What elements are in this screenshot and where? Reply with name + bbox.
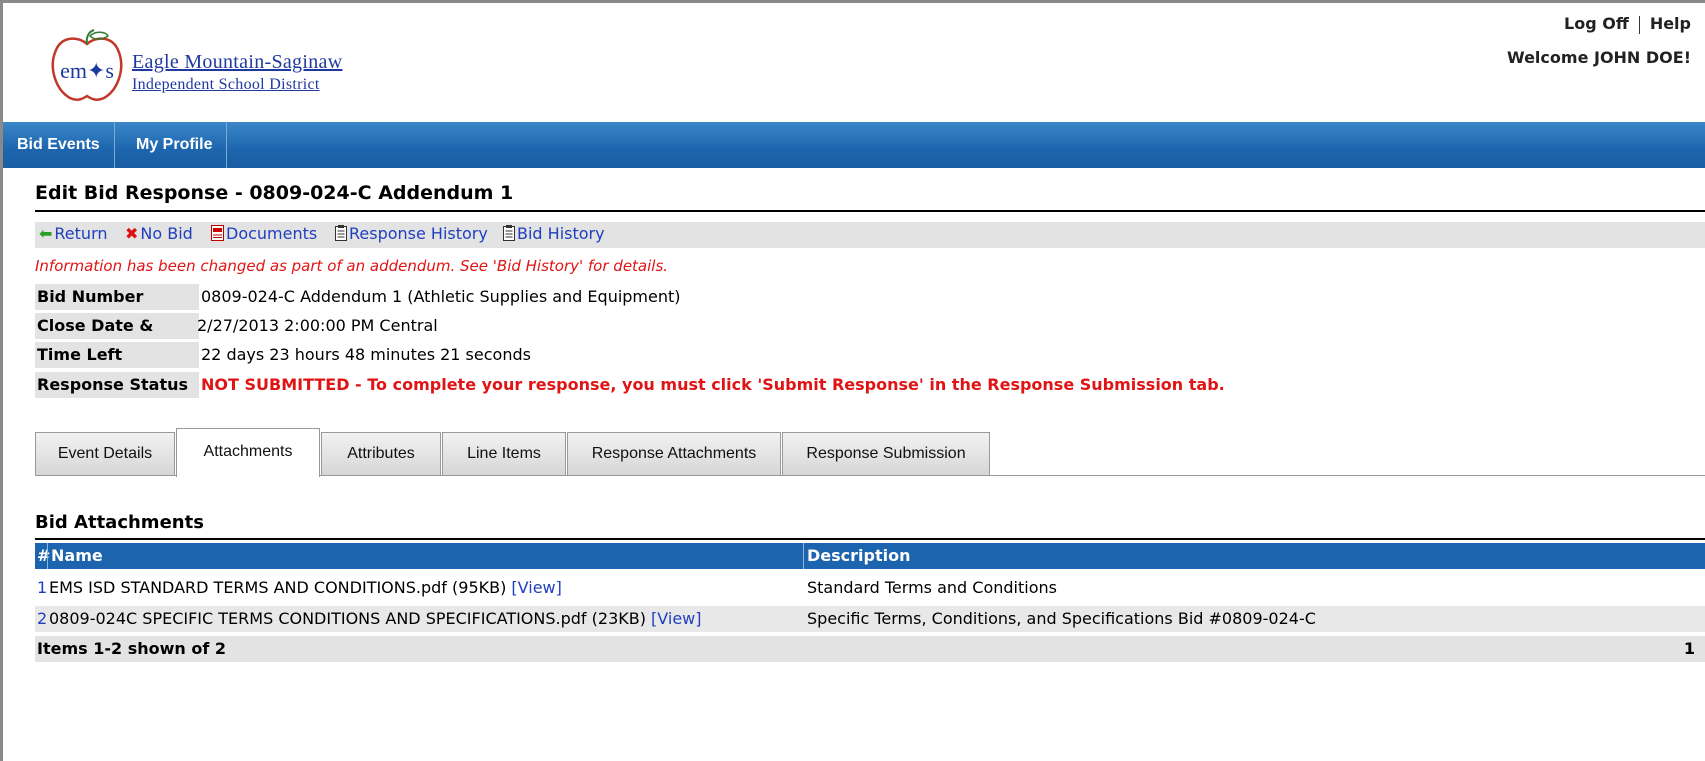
- attachments-footer: Items 1-2 shown of 2 1: [35, 636, 1705, 662]
- attachment-file-label: 0809-024C SPECIFIC TERMS CONDITIONS AND …: [49, 609, 652, 628]
- column-header-num[interactable]: #: [37, 543, 50, 569]
- window-top-border: [0, 0, 1705, 3]
- bid-number-row: Bid Number 0809-024-C Addendum 1 (Athlet…: [35, 284, 1705, 310]
- logo-line-2: Independent School District: [132, 76, 320, 93]
- pdf-document-icon: [211, 224, 224, 243]
- attachment-name: EMS ISD STANDARD TERMS AND CONDITIONS.pd…: [49, 575, 562, 601]
- close-date-label: Close Date & Time: [35, 313, 199, 361]
- row-number: 1: [37, 578, 48, 597]
- documents-label: Documents: [226, 224, 318, 243]
- clipboard-icon: [503, 224, 515, 243]
- no-bid-action[interactable]: ✖ No Bid: [125, 224, 193, 243]
- response-history-label: Response History: [349, 224, 488, 243]
- return-action[interactable]: ⬅ Return: [39, 224, 108, 243]
- action-bar: ⬅ Return ✖ No Bid Documents Response Histo…: [35, 222, 1705, 248]
- bid-number-value: 0809-024-C Addendum 1 (Athletic Supplies…: [201, 287, 681, 306]
- attachment-name: 0809-024C SPECIFIC TERMS CONDITIONS AND …: [49, 606, 702, 632]
- time-left-label: Time Left: [35, 342, 199, 368]
- return-label: Return: [54, 224, 108, 243]
- time-left-row: Time Left 22 days 23 hours 48 minutes 21…: [35, 342, 1705, 368]
- close-date-value: 2/27/2013 2:00:00 PM Central: [197, 316, 438, 335]
- no-bid-label: No Bid: [140, 224, 193, 243]
- apple-logo-icon: em✦s: [51, 29, 123, 101]
- tab-attachments[interactable]: Attachments: [176, 428, 320, 477]
- link-separator: [1638, 15, 1640, 34]
- tab-line-items[interactable]: Line Items: [442, 432, 566, 475]
- attachment-file-label: EMS ISD STANDARD TERMS AND CONDITIONS.pd…: [49, 578, 512, 597]
- attachments-divider: [35, 538, 1705, 540]
- response-history-action[interactable]: Response History: [335, 224, 488, 243]
- log-off-link[interactable]: Log Off: [1564, 14, 1629, 33]
- nav-bid-events[interactable]: Bid Events: [3, 122, 115, 168]
- bid-history-label: Bid History: [517, 224, 605, 243]
- attachment-description: Specific Terms, Conditions, and Specific…: [807, 609, 1316, 628]
- district-logo[interactable]: em✦s Eagle Mountain-Saginaw Independent …: [48, 28, 388, 108]
- title-divider: [35, 210, 1705, 212]
- logo-line-1: Eagle Mountain-Saginaw: [132, 51, 343, 73]
- response-status-label: Response Status: [35, 372, 199, 398]
- green-arrow-left-icon: ⬅: [39, 224, 53, 243]
- view-link[interactable]: [View]: [651, 609, 701, 628]
- row-number: 2: [37, 609, 48, 628]
- bid-history-action[interactable]: Bid History: [503, 224, 605, 243]
- district-name: Eagle Mountain-Saginaw Independent Schoo…: [132, 50, 342, 95]
- bid-attachments-title: Bid Attachments: [35, 512, 204, 533]
- column-divider: [47, 543, 48, 569]
- page-number[interactable]: 1: [1684, 636, 1695, 662]
- documents-action[interactable]: Documents: [211, 224, 317, 243]
- tab-response-submission[interactable]: Response Submission: [782, 432, 990, 475]
- red-x-icon: ✖: [125, 224, 139, 243]
- addendum-notice: Information has been changed as part of …: [35, 257, 669, 275]
- attachment-description: Standard Terms and Conditions: [807, 578, 1057, 597]
- response-status-row: Response Status NOT SUBMITTED - To compl…: [35, 372, 1705, 398]
- column-header-description[interactable]: Description: [807, 543, 910, 569]
- clipboard-icon: [335, 224, 347, 243]
- response-status-value: NOT SUBMITTED - To complete your respons…: [201, 375, 1225, 394]
- view-link[interactable]: [View]: [511, 578, 561, 597]
- tab-attributes[interactable]: Attributes: [321, 432, 441, 475]
- tab-response-attachments[interactable]: Response Attachments: [567, 432, 781, 475]
- items-count: Items 1-2 shown of 2: [37, 639, 226, 658]
- bid-number-label: Bid Number: [35, 284, 199, 310]
- nav-my-profile[interactable]: My Profile: [122, 122, 228, 168]
- column-divider: [803, 543, 804, 569]
- tab-event-details[interactable]: Event Details: [35, 432, 175, 475]
- help-link[interactable]: Help: [1650, 14, 1691, 33]
- window-left-border: [0, 0, 3, 761]
- top-links: Log Off Help: [1564, 14, 1691, 34]
- time-left-value: 22 days 23 hours 48 minutes 21 seconds: [201, 345, 531, 364]
- welcome-message: Welcome JOHN DOE!: [1507, 48, 1691, 67]
- column-header-name[interactable]: Name: [51, 543, 103, 569]
- svg-text:em✦s: em✦s: [60, 58, 114, 83]
- main-nav-bar: Bid Events My Profile: [3, 122, 1705, 168]
- close-date-row: Close Date & Time 2/27/2013 2:00:00 PM C…: [35, 313, 1705, 361]
- page-title: Edit Bid Response - 0809-024-C Addendum …: [35, 182, 514, 204]
- table-row: 1 EMS ISD STANDARD TERMS AND CONDITIONS.…: [35, 575, 1705, 601]
- attachments-table-header: # Name Description: [35, 543, 1705, 569]
- table-row: 2 0809-024C SPECIFIC TERMS CONDITIONS AN…: [35, 606, 1705, 632]
